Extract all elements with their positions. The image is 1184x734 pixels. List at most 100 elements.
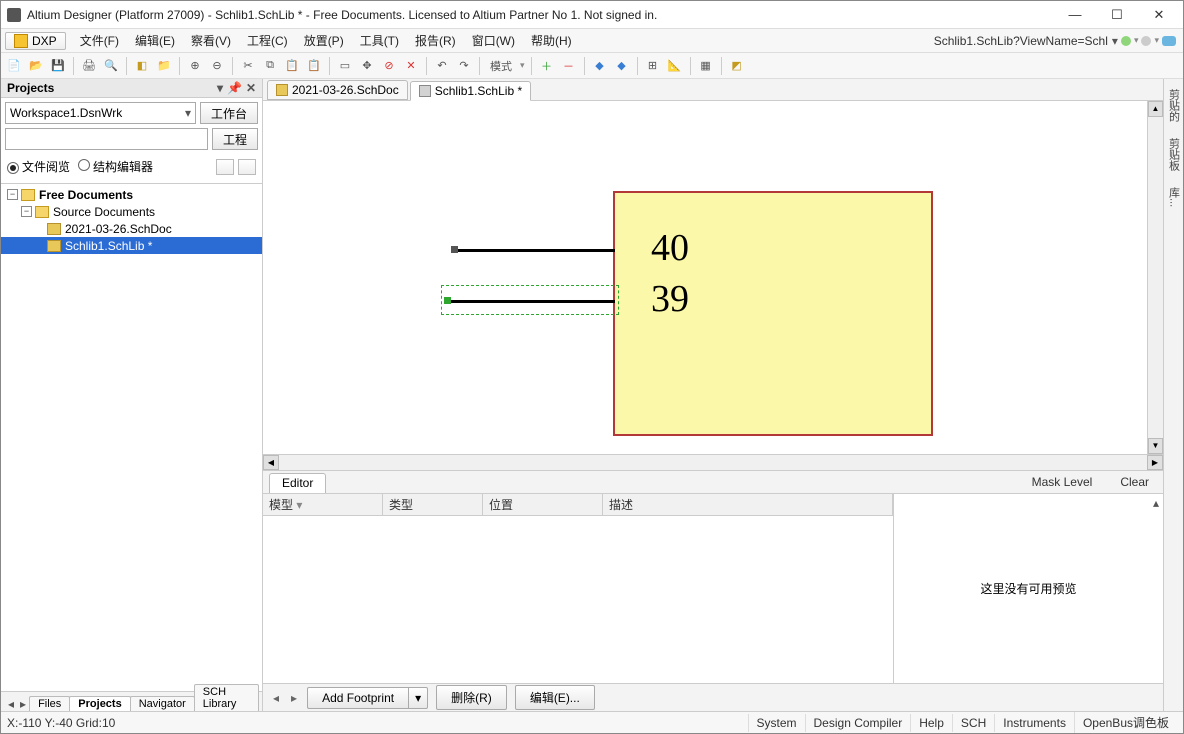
- project-tree[interactable]: − Free Documents − Source Documents 2021…: [1, 183, 262, 691]
- close-button[interactable]: ✕: [1147, 7, 1171, 23]
- doctab-schdoc[interactable]: 2021-03-26.SchDoc: [267, 80, 408, 100]
- paste-special-icon[interactable]: 📋: [305, 57, 323, 75]
- scroll-left-icon[interactable]: ◀: [263, 455, 279, 470]
- status-openbus[interactable]: OpenBus调色板: [1074, 712, 1177, 733]
- dock-tab-1[interactable]: 剪贴的: [1166, 85, 1182, 126]
- col-type[interactable]: 类型: [383, 494, 483, 515]
- prev-part-icon[interactable]: ◆: [591, 57, 609, 75]
- radio-struct-editor[interactable]: 结构编辑器: [78, 158, 153, 175]
- scroll-down-icon[interactable]: ▼: [1148, 438, 1163, 454]
- status-help[interactable]: Help: [910, 714, 952, 732]
- col-description[interactable]: 描述: [603, 494, 893, 515]
- save-icon[interactable]: 💾: [49, 57, 67, 75]
- edit-button[interactable]: 编辑(E)...: [515, 685, 595, 710]
- menu-help[interactable]: 帮助(H): [523, 30, 580, 51]
- status-instruments[interactable]: Instruments: [994, 714, 1074, 732]
- maximize-button[interactable]: ☐: [1105, 7, 1129, 23]
- pin-40-line[interactable]: [458, 249, 615, 252]
- deselect-icon[interactable]: ⊘: [380, 57, 398, 75]
- tabs-left-arrow-icon[interactable]: ◂: [5, 697, 17, 711]
- minimize-button[interactable]: —: [1063, 7, 1087, 23]
- radio-file-view[interactable]: 文件阅览: [7, 158, 70, 175]
- tree-source-docs[interactable]: − Source Documents: [1, 203, 262, 220]
- col-model[interactable]: 模型 ▾: [263, 494, 383, 515]
- home-icon[interactable]: [1162, 36, 1176, 46]
- panel-menu-icon[interactable]: ▾: [217, 81, 223, 95]
- undo-icon[interactable]: ↶: [433, 57, 451, 75]
- tree-doc-schdoc[interactable]: 2021-03-26.SchDoc: [1, 220, 262, 237]
- preview-icon[interactable]: 🔍: [102, 57, 120, 75]
- schematic-canvas[interactable]: 40 39: [263, 101, 1147, 454]
- project-input[interactable]: [5, 128, 208, 150]
- dxp-button[interactable]: DXP: [5, 32, 66, 50]
- new-icon[interactable]: 📄: [5, 57, 23, 75]
- redo-icon[interactable]: ↷: [455, 57, 473, 75]
- tree-doc-schlib[interactable]: Schlib1.SchLib *: [1, 237, 262, 254]
- workspace-select[interactable]: Workspace1.DsnWrk ▾: [5, 102, 196, 124]
- add-footprint-button[interactable]: Add Footprint: [307, 687, 408, 709]
- row-right-arrow-icon[interactable]: ▸: [289, 691, 299, 705]
- grid-icon[interactable]: ▦: [697, 57, 715, 75]
- vertical-scrollbar[interactable]: ▲ ▼: [1147, 101, 1163, 454]
- preview-collapse-icon[interactable]: ▴: [1153, 496, 1159, 510]
- tab-navigator[interactable]: Navigator: [130, 696, 195, 711]
- paste-icon[interactable]: 📋: [283, 57, 301, 75]
- menu-report[interactable]: 报告(R): [407, 30, 464, 51]
- clear-icon[interactable]: ✕: [402, 57, 420, 75]
- dock-tab-3[interactable]: 库...: [1166, 183, 1182, 211]
- open-project-icon[interactable]: 📁: [155, 57, 173, 75]
- add-footprint-dropdown[interactable]: ▾: [408, 687, 428, 709]
- layers-icon[interactable]: ◧: [133, 57, 151, 75]
- pin-endpoint-icon[interactable]: [451, 246, 458, 253]
- menu-place[interactable]: 放置(P): [296, 30, 352, 51]
- tool2-icon[interactable]: 📐: [666, 57, 684, 75]
- tab-files[interactable]: Files: [29, 696, 70, 711]
- editor-tab[interactable]: Editor: [269, 473, 326, 493]
- clear-button[interactable]: Clear: [1110, 473, 1159, 491]
- panel-tool1-icon[interactable]: [216, 159, 234, 175]
- horizontal-scrollbar[interactable]: ◀ ▶: [263, 454, 1163, 470]
- tabs-right-arrow-icon[interactable]: ▸: [17, 697, 29, 711]
- status-sch[interactable]: SCH: [952, 714, 994, 732]
- menu-window[interactable]: 窗口(W): [464, 30, 523, 51]
- status-system[interactable]: System: [748, 714, 805, 732]
- place-part-icon[interactable]: ◩: [728, 57, 746, 75]
- plus-icon[interactable]: ＋: [538, 57, 556, 75]
- mode-label[interactable]: 模式: [486, 57, 516, 75]
- minus-icon[interactable]: －: [560, 57, 578, 75]
- print-icon[interactable]: 🖨: [80, 57, 98, 75]
- panel-pin-icon[interactable]: 📌: [227, 81, 242, 95]
- nav-back-icon[interactable]: [1121, 36, 1131, 46]
- panel-close-icon[interactable]: ✕: [246, 81, 256, 95]
- mask-level-button[interactable]: Mask Level: [1022, 473, 1103, 491]
- nav-fwd-icon[interactable]: [1141, 36, 1151, 46]
- collapse-icon[interactable]: −: [21, 206, 32, 217]
- tab-projects[interactable]: Projects: [69, 696, 130, 711]
- tool1-icon[interactable]: ⊞: [644, 57, 662, 75]
- model-grid[interactable]: 模型 ▾ 类型 位置 描述: [263, 494, 893, 683]
- delete-button[interactable]: 删除(R): [436, 685, 507, 710]
- menu-tools[interactable]: 工具(T): [352, 30, 407, 51]
- workbench-button[interactable]: 工作台: [200, 102, 258, 124]
- open-icon[interactable]: 📂: [27, 57, 45, 75]
- menu-file[interactable]: 文件(F): [72, 30, 127, 51]
- dock-tab-2[interactable]: 剪贴板: [1166, 134, 1182, 175]
- doctab-schlib[interactable]: Schlib1.SchLib *: [410, 81, 531, 101]
- status-design-compiler[interactable]: Design Compiler: [805, 714, 911, 732]
- scroll-right-icon[interactable]: ▶: [1147, 455, 1163, 470]
- copy-icon[interactable]: ⧉: [261, 57, 279, 75]
- col-location[interactable]: 位置: [483, 494, 603, 515]
- project-button[interactable]: 工程: [212, 128, 258, 150]
- collapse-icon[interactable]: −: [7, 189, 18, 200]
- tree-root[interactable]: − Free Documents: [1, 186, 262, 203]
- menu-view[interactable]: 察看(V): [183, 30, 239, 51]
- menu-project[interactable]: 工程(C): [239, 30, 296, 51]
- zoom-out-icon[interactable]: ⊖: [208, 57, 226, 75]
- breadcrumb-dropdown-icon[interactable]: ▾: [1112, 34, 1118, 48]
- pin-39-line[interactable]: [451, 300, 615, 303]
- move-icon[interactable]: ✥: [358, 57, 376, 75]
- next-part-icon[interactable]: ◆: [613, 57, 631, 75]
- menu-edit[interactable]: 编辑(E): [127, 30, 183, 51]
- zoom-in-icon[interactable]: ⊕: [186, 57, 204, 75]
- select-icon[interactable]: ▭: [336, 57, 354, 75]
